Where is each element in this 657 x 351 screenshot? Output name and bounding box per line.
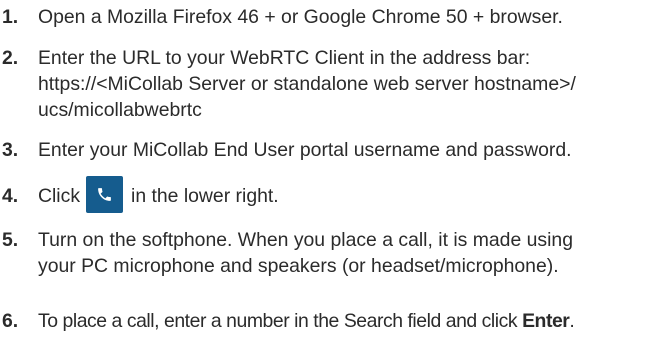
step-number: 6.: [2, 310, 19, 332]
step-text: Turn on the softphone. When you place a …: [38, 227, 649, 279]
step-text-line: Enter the URL to your WebRTC Client in t…: [38, 47, 531, 69]
step-text-line: Open a Mozilla Firefox 46 + or Google Ch…: [38, 6, 563, 28]
step-text: Enter your MiCollab End User portal user…: [38, 137, 649, 163]
step-text-line: To place a call, enter a number in the S…: [38, 310, 523, 332]
step-2: 2. Enter the URL to your WebRTC Client i…: [0, 45, 649, 123]
step-text-location: in the lower right.: [131, 185, 279, 207]
step-4: 4. Click in the lower right.: [0, 176, 649, 214]
step-text-click: Click: [38, 185, 81, 207]
enter-key-label: Enter: [522, 310, 570, 332]
step-text-line: Turn on the softphone. When you place a …: [38, 229, 573, 251]
step-1: 1. Open a Mozilla Firefox 46 + or Google…: [0, 4, 649, 30]
step-text-line: ucs/micollabwebrtc: [38, 99, 202, 121]
step-text-line: your PC microphone and speakers (or head…: [38, 255, 559, 277]
step-number: 2.: [2, 47, 19, 69]
phone-icon: [86, 176, 124, 214]
step-5: 5. Turn on the softphone. When you place…: [0, 227, 649, 279]
step-text: Open a Mozilla Firefox 46 + or Google Ch…: [38, 4, 649, 30]
step-number: 4.: [2, 185, 19, 207]
step-text: Click in the lower right.: [38, 176, 649, 214]
step-number: 1.: [2, 6, 19, 28]
step-text: To place a call, enter a number in the S…: [38, 308, 649, 334]
step-text: Enter the URL to your WebRTC Client in t…: [38, 45, 649, 123]
step-text-line: https://<MiCollab Server or standalone w…: [38, 73, 576, 95]
step-3: 3. Enter your MiCollab End User portal u…: [0, 137, 649, 163]
step-number: 3.: [2, 139, 19, 161]
step-text-line: Enter your MiCollab End User portal user…: [38, 139, 572, 161]
step-text-period: .: [569, 310, 575, 332]
step-number: 5.: [2, 229, 19, 251]
step-6: 6. To place a call, enter a number in th…: [0, 308, 649, 334]
